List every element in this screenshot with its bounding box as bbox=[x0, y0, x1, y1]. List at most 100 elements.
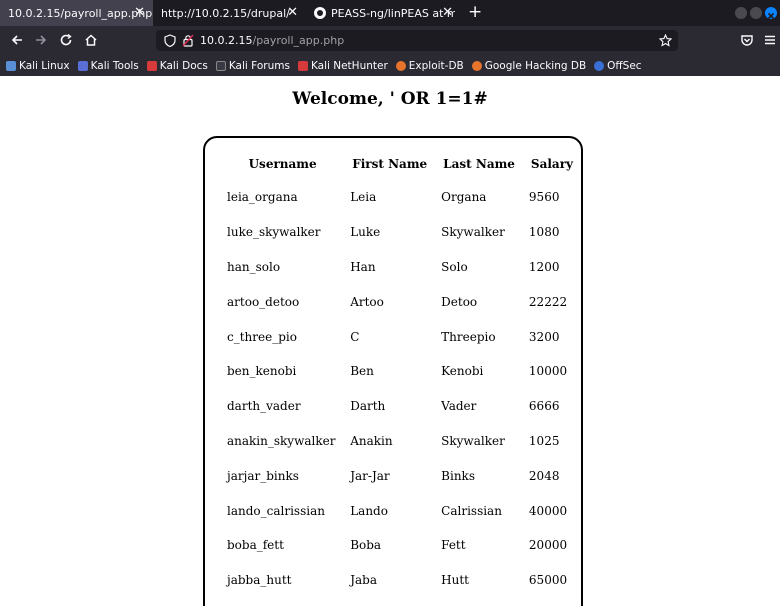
maximize-button[interactable] bbox=[750, 7, 762, 19]
table-row: artoo_detoo Artoo Detoo 22222 bbox=[221, 284, 581, 319]
tab-title: PEASS-ng/linPEAS at mas bbox=[331, 6, 455, 20]
cell-salary: 3200 bbox=[528, 329, 560, 344]
home-button[interactable] bbox=[84, 33, 98, 47]
cell-username: jarjar_binks bbox=[227, 468, 299, 483]
github-icon bbox=[314, 7, 326, 19]
cell-username: luke_skywalker bbox=[227, 225, 321, 240]
table-row: luke_skywalker Luke Skywalker 1080 bbox=[221, 215, 581, 250]
cell-salary: 10000 bbox=[528, 364, 568, 379]
kali-docs-icon bbox=[146, 61, 157, 71]
tab-payroll-app[interactable]: 10.0.2.15/payroll_app.php ✕ bbox=[0, 0, 153, 26]
bookmark-exploit-db[interactable]: Exploit-DB bbox=[395, 60, 464, 72]
cell-username: darth_vader bbox=[227, 399, 301, 414]
table-row: anakin_skywalker Anakin Skywalker 1025 bbox=[221, 424, 581, 459]
cell-username: c_three_pio bbox=[227, 329, 297, 344]
cell-username: jabba_hutt bbox=[227, 573, 292, 588]
table-row: jarjar_binks Jar-Jar Binks 2048 bbox=[221, 458, 581, 493]
close-tab-icon[interactable]: ✕ bbox=[287, 5, 298, 20]
table-header-row: Username First Name Last Name Salary bbox=[221, 148, 581, 180]
bookmark-kali-linux[interactable]: Kali Linux bbox=[6, 60, 70, 72]
bookmark-label: Kali Forums bbox=[228, 60, 290, 72]
bookmark-label: Google Hacking DB bbox=[484, 60, 587, 72]
url-host: 10.0.2.15 bbox=[200, 34, 253, 47]
cell-username: han_solo bbox=[227, 259, 281, 274]
cell-first-name: C bbox=[350, 329, 360, 344]
insecure-lock-icon[interactable] bbox=[182, 34, 194, 47]
tab-strip: 10.0.2.15/payroll_app.php ✕ http://10.0.… bbox=[0, 0, 780, 26]
page-title: Welcome, ' OR 1=1# bbox=[292, 89, 488, 109]
hamburger-menu-icon[interactable] bbox=[763, 33, 777, 47]
table-row: ben_kenobi Ben Kenobi 10000 bbox=[221, 354, 581, 389]
bookmark-kali-forums[interactable]: Kali Forums bbox=[215, 60, 290, 72]
kali-dragon-icon bbox=[6, 61, 16, 71]
bookmark-kali-tools[interactable]: Kali Tools bbox=[77, 60, 139, 72]
cell-first-name: Lando bbox=[350, 503, 388, 518]
kali-nethunter-icon bbox=[297, 61, 308, 71]
cell-username: leia_organa bbox=[227, 190, 298, 205]
cell-last-name: Kenobi bbox=[441, 364, 484, 379]
column-header-username: Username bbox=[248, 157, 317, 171]
cell-first-name: Leia bbox=[350, 190, 377, 205]
cell-last-name: Fett bbox=[441, 538, 466, 553]
bookmark-kali-nethunter[interactable]: Kali NetHunter bbox=[297, 60, 388, 72]
tab-drupal[interactable]: http://10.0.2.15/drupal/ ✕ bbox=[153, 0, 306, 26]
cell-salary: 1025 bbox=[528, 433, 560, 448]
cell-salary: 9560 bbox=[528, 190, 560, 205]
url-bar[interactable]: 10.0.2.15/payroll_app.php bbox=[156, 30, 678, 51]
cell-username: artoo_detoo bbox=[227, 294, 300, 309]
cell-last-name: Detoo bbox=[441, 294, 478, 309]
ghdb-icon bbox=[471, 61, 482, 71]
cell-last-name: Hutt bbox=[441, 573, 469, 588]
forward-button[interactable] bbox=[34, 33, 48, 47]
bookmark-star-icon[interactable] bbox=[659, 34, 672, 47]
column-header-salary: Salary bbox=[530, 157, 573, 171]
cell-salary: 40000 bbox=[528, 503, 568, 518]
bookmark-kali-docs[interactable]: Kali Docs bbox=[146, 60, 208, 72]
back-button[interactable] bbox=[10, 33, 24, 47]
cell-last-name: Vader bbox=[441, 399, 477, 414]
cell-salary: 20000 bbox=[528, 538, 568, 553]
url-text[interactable]: 10.0.2.15/payroll_app.php bbox=[200, 34, 344, 47]
cell-salary: 1080 bbox=[528, 225, 560, 240]
payroll-table: Username First Name Last Name Salary lei… bbox=[221, 148, 581, 598]
cell-last-name: Solo bbox=[441, 259, 468, 274]
cell-first-name: Artoo bbox=[350, 294, 384, 309]
browser-window: 10.0.2.15/payroll_app.php ✕ http://10.0.… bbox=[0, 0, 780, 606]
close-icon bbox=[767, 12, 775, 20]
minimize-button[interactable] bbox=[735, 7, 747, 19]
bookmark-label: Kali Docs bbox=[159, 60, 208, 72]
table-row: lando_calrissian Lando Calrissian 40000 bbox=[221, 493, 581, 528]
cell-username: lando_calrissian bbox=[227, 503, 325, 518]
exploit-db-icon bbox=[395, 61, 406, 71]
payroll-table-container: Username First Name Last Name Salary lei… bbox=[203, 136, 583, 606]
cell-last-name: Binks bbox=[441, 468, 475, 483]
bookmark-offsec[interactable]: OffSec bbox=[594, 60, 642, 72]
table-row: han_solo Han Solo 1200 bbox=[221, 250, 581, 285]
cell-first-name: Boba bbox=[350, 538, 382, 553]
close-window-button[interactable] bbox=[765, 7, 777, 20]
cell-last-name: Skywalker bbox=[441, 225, 505, 240]
close-tab-icon[interactable]: ✕ bbox=[442, 5, 453, 20]
cell-salary: 2048 bbox=[528, 468, 560, 483]
reload-button[interactable] bbox=[59, 33, 73, 47]
cell-last-name: Skywalker bbox=[441, 433, 505, 448]
page-content: Welcome, ' OR 1=1# Username First Name L… bbox=[0, 76, 780, 606]
new-tab-button[interactable]: + bbox=[468, 2, 482, 22]
bookmark-label: OffSec bbox=[607, 60, 642, 72]
table-row: jabba_hutt Jaba Hutt 65000 bbox=[221, 563, 581, 598]
close-tab-icon[interactable]: ✕ bbox=[134, 5, 145, 20]
bookmark-google-hacking-db[interactable]: Google Hacking DB bbox=[471, 60, 587, 72]
shield-icon[interactable] bbox=[164, 34, 176, 47]
cell-username: anakin_skywalker bbox=[227, 433, 336, 448]
cell-last-name: Calrissian bbox=[441, 503, 502, 518]
cell-first-name: Han bbox=[350, 259, 376, 274]
cell-username: boba_fett bbox=[227, 538, 284, 553]
column-header-first-name: First Name bbox=[352, 157, 428, 171]
kali-tools-icon bbox=[77, 61, 88, 71]
table-row: leia_organa Leia Organa 9560 bbox=[221, 180, 581, 215]
bookmark-label: Exploit-DB bbox=[408, 60, 464, 72]
pocket-icon[interactable] bbox=[740, 33, 754, 47]
tab-linpeas[interactable]: PEASS-ng/linPEAS at mas ✕ bbox=[306, 0, 461, 26]
bookmark-label: Kali NetHunter bbox=[310, 60, 388, 72]
cell-salary: 6666 bbox=[528, 399, 560, 414]
